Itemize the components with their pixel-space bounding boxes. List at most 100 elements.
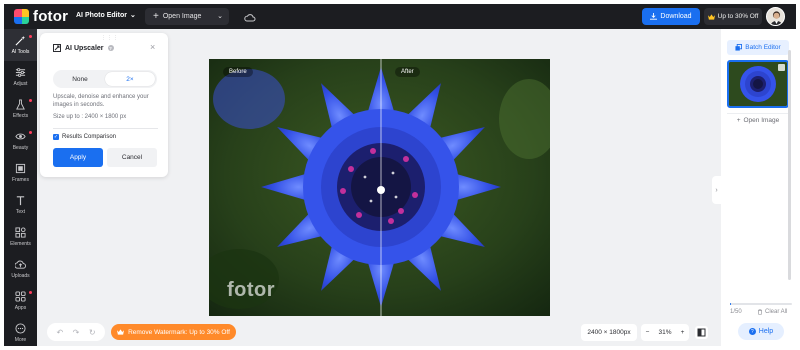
zoom-out-icon[interactable]: − (646, 329, 650, 336)
plus-icon: + (736, 117, 741, 124)
download-icon (650, 13, 658, 20)
upgrade-label: Up to 30% Off (717, 13, 759, 20)
cloud-icon[interactable] (244, 10, 256, 28)
redo-icon[interactable]: ↷ (73, 328, 80, 337)
zoom-controls: − 31% + (641, 324, 689, 341)
upgrade-button[interactable]: Up to 30% Off (704, 8, 762, 25)
sidebar-item-more[interactable]: More (4, 317, 37, 346)
sidebar-item-ai-tools[interactable]: AI Tools (4, 29, 37, 61)
sidebar-item-frames[interactable]: Frames (4, 157, 37, 189)
trash-icon (758, 309, 762, 315)
notification-dot (29, 99, 32, 102)
sidebar-item-label: Uploads (11, 273, 30, 279)
watermark-text: fotor (227, 279, 276, 301)
avatar[interactable] (766, 7, 785, 26)
undo-icon[interactable]: ↶ (56, 328, 63, 337)
image-count-progress (730, 303, 792, 305)
sidebar-item-label: Elements (10, 241, 31, 247)
zoom-level: 31% (658, 329, 672, 336)
top-bar: fotor AI Photo Editor ⌄ + Open Image ⌄ D… (4, 4, 796, 29)
upscale-icon (53, 44, 61, 52)
collapse-right-panel-button[interactable]: › (712, 176, 721, 204)
sidebar-item-adjust[interactable]: Adjust (4, 61, 37, 93)
divider (53, 128, 158, 129)
crown-icon (117, 329, 125, 335)
right-panel-scrollbar[interactable] (788, 50, 791, 280)
sidebar-item-apps[interactable]: Apps (4, 285, 37, 317)
sidebar-item-elements[interactable]: Elements (4, 221, 37, 253)
app-window: fotor AI Photo Editor ⌄ + Open Image ⌄ D… (4, 4, 796, 346)
sidebar-item-label: More (14, 337, 27, 343)
image-dimensions: 2400 × 1800px (581, 324, 637, 341)
panel-description: Upscale, denoise and enhance your images… (53, 94, 149, 108)
option-2x[interactable]: 2× (105, 72, 155, 86)
logo-icon (14, 9, 29, 24)
sidebar-item-effects[interactable]: Effects (4, 93, 37, 125)
apply-button[interactable]: Apply (53, 148, 103, 167)
reset-icon[interactable]: ↻ (89, 328, 96, 337)
split-view-icon (697, 328, 706, 337)
sidebar-item-label: Adjust (13, 81, 28, 87)
open-image-sidebar-label: Open Image (743, 117, 780, 124)
open-image-label: Open Image (162, 13, 202, 20)
before-label: Before (223, 67, 253, 77)
sidebar-item-label: Text (15, 209, 26, 215)
help-button[interactable]: ? Help (738, 323, 784, 340)
check-icon: ✓ (53, 134, 59, 140)
remove-watermark-button[interactable]: Remove Watermark: Up to 30% Off (111, 324, 236, 340)
right-panel: Batch Editor + Open Image (721, 29, 796, 346)
size-limit-text: Size up to : 2400 × 1800 px (53, 114, 127, 120)
drag-handle[interactable]: ⋮⋮⋮ (101, 35, 119, 41)
eye-icon (15, 133, 26, 140)
flower-photo (209, 59, 550, 316)
sidebar-item-uploads[interactable]: Uploads (4, 253, 37, 285)
sidebar-item-label: Apps (14, 305, 27, 311)
apps-icon (15, 291, 26, 302)
sidebar-item-text[interactable]: Text (4, 189, 37, 221)
open-image-sidebar-button[interactable]: + Open Image (727, 113, 789, 127)
chevron-down-icon[interactable]: ⌄ (217, 12, 223, 20)
clear-all-label: Clear All (765, 309, 788, 315)
zoom-in-icon[interactable]: + (681, 329, 685, 336)
panel-title: AI Upscaler ? (53, 44, 114, 52)
batch-editor-button[interactable]: Batch Editor (727, 40, 789, 55)
flask-icon (16, 99, 25, 110)
image-thumbnail[interactable] (727, 60, 789, 108)
history-controls: ↶ ↷ ↻ (47, 323, 105, 341)
sidebar-item-beauty[interactable]: Beauty (4, 125, 37, 157)
shapes-icon (15, 227, 26, 238)
fotor-logo[interactable]: fotor (14, 8, 68, 25)
help-icon[interactable]: ? (107, 45, 114, 51)
help-icon: ? (748, 328, 756, 335)
clear-all-button[interactable]: Clear All (757, 309, 787, 315)
close-icon[interactable]: × (150, 43, 155, 52)
sidebar-item-label: AI Tools (11, 49, 30, 55)
zoom-bar: 2400 × 1800px − 31% + (581, 324, 713, 341)
notification-dot (29, 35, 32, 38)
magic-wand-icon (15, 35, 26, 46)
frame-icon (15, 163, 26, 174)
compare-view-button[interactable] (695, 326, 708, 339)
batch-editor-label: Batch Editor (745, 44, 781, 51)
image-canvas[interactable]: Before After fotor (209, 59, 550, 316)
cancel-button[interactable]: Cancel (107, 148, 157, 167)
download-button[interactable]: Download (642, 8, 700, 25)
results-comparison-label: Results Comparison (62, 134, 117, 140)
text-icon (16, 196, 25, 206)
option-none[interactable]: None (55, 72, 105, 86)
crown-icon (707, 13, 715, 20)
sidebar-item-label: Frames (12, 177, 29, 183)
download-label: Download (660, 13, 692, 20)
layers-icon (735, 44, 743, 51)
trash-icon[interactable] (778, 64, 785, 71)
remove-watermark-label: Remove Watermark: Up to 30% Off (128, 328, 230, 336)
upscale-option-selector: None 2× (53, 70, 157, 88)
cloud-upload-icon (15, 260, 26, 269)
tools-sidebar: AI Tools Adjust Effects Beauty Frames Te… (4, 29, 37, 346)
image-count-progress-fill (730, 303, 732, 305)
product-menu[interactable]: AI Photo Editor ⌄ (76, 11, 136, 20)
results-comparison-checkbox[interactable]: ✓ Results Comparison (53, 134, 116, 140)
sidebar-item-label: Effects (12, 113, 29, 119)
open-image-button[interactable]: + Open Image ⌄ (145, 8, 229, 25)
notification-dot (29, 291, 32, 294)
